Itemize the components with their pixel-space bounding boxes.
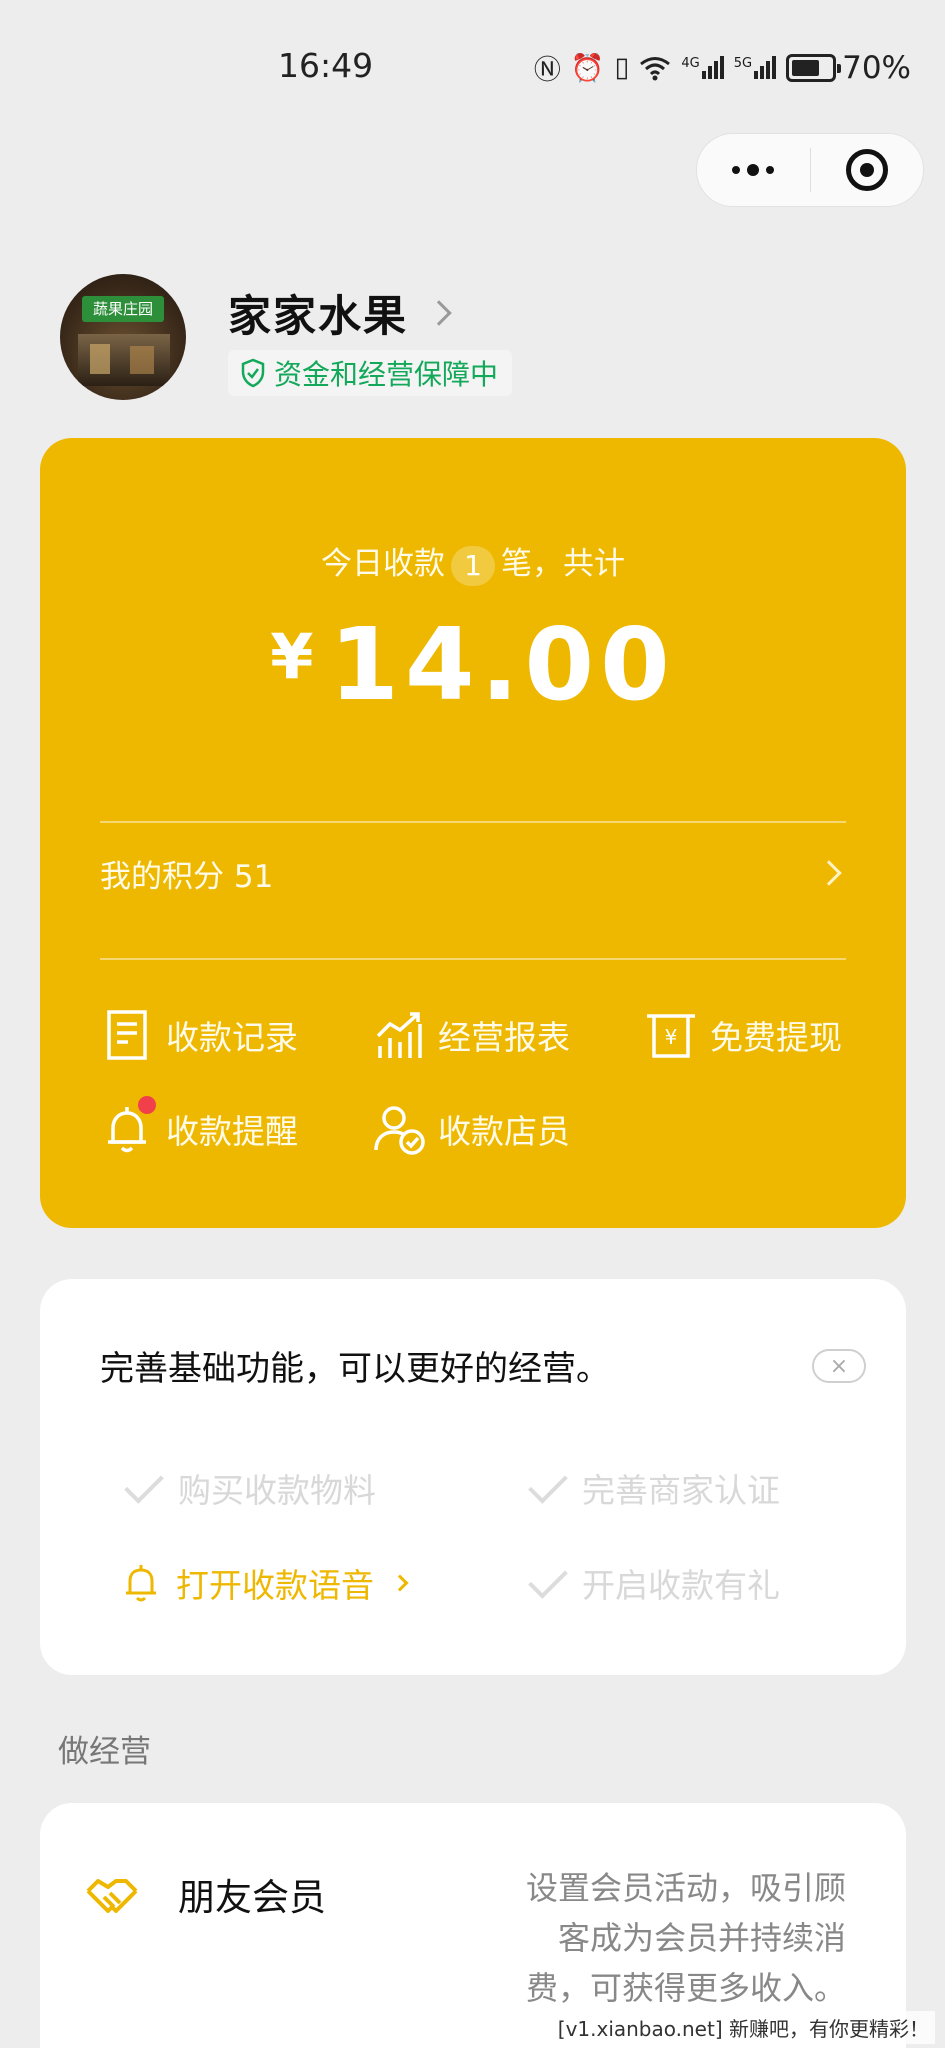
signal-4g-icon: 4G — [681, 56, 724, 79]
action-cashier-staff[interactable]: 收款店员 — [372, 1102, 570, 1156]
action-label: 经营报表 — [438, 1018, 570, 1057]
action-business-report[interactable]: 经营报表 — [372, 1008, 570, 1062]
wifi-icon — [640, 56, 671, 80]
task-payment-gift[interactable]: 开启收款有礼 — [526, 1559, 780, 1607]
net-label-2: 5G — [733, 56, 753, 71]
currency-symbol: ¥ — [270, 620, 314, 693]
battery-indicator: 70% — [786, 50, 911, 86]
avatar-sign: 蔬果庄园 — [82, 296, 164, 322]
notification-dot — [138, 1096, 156, 1114]
chevron-right-icon — [816, 860, 842, 886]
today-prefix: 今日收款 — [321, 546, 445, 582]
watermark-text: [v1.xianbao.net] 新赚吧，有你更精彩！ — [551, 2011, 935, 2044]
task-label: 完善商家认证 — [582, 1471, 780, 1510]
action-label: 免费提现 — [710, 1018, 842, 1057]
points-label: 我的积分 51 — [100, 858, 274, 895]
nfc-icon: Ⓝ — [533, 55, 561, 86]
shop-name-link[interactable]: 家家水果 — [228, 282, 452, 344]
signal-5g-icon: 5G — [733, 56, 777, 79]
shield-check-icon — [241, 358, 265, 388]
action-payment-reminder[interactable]: 收款提醒 — [100, 1096, 298, 1156]
capsule-menu — [696, 133, 924, 207]
guarantee-text: 资金和经营保障中 — [274, 358, 499, 391]
handshake-icon — [86, 1879, 138, 1913]
action-label: 收款提醒 — [166, 1112, 298, 1151]
shop-name: 家家水果 — [228, 292, 408, 342]
task-merchant-verification[interactable]: 完善商家认证 — [526, 1464, 780, 1512]
battery-icon — [786, 53, 842, 82]
check-icon — [124, 1464, 164, 1504]
chevron-right-icon — [426, 300, 452, 326]
task-label: 购买收款物料 — [178, 1471, 376, 1510]
task-label: 打开收款语音 — [176, 1566, 374, 1605]
chart-trend-icon — [376, 1012, 422, 1058]
task-buy-materials[interactable]: 购买收款物料 — [122, 1464, 376, 1512]
action-receipt-records[interactable]: 收款记录 — [100, 1008, 298, 1062]
action-label: 收款记录 — [166, 1018, 298, 1057]
alarm-icon: ⏰ — [570, 52, 605, 84]
battery-percent: 70% — [842, 49, 911, 86]
divider — [100, 958, 846, 960]
status-bar: 16:49 Ⓝ ⏰ ▯ 4G 5G 70% — [0, 0, 945, 120]
action-label: 收款店员 — [438, 1112, 570, 1151]
task-label: 开启收款有礼 — [582, 1566, 780, 1605]
close-button[interactable]: × — [812, 1349, 866, 1383]
today-summary-line: 今日收款 1 笔，共计 — [40, 538, 906, 586]
amount-value: 14.00 — [329, 606, 676, 723]
net-label-1: 4G — [681, 56, 700, 71]
bell-icon — [126, 1565, 156, 1602]
task-enable-voice[interactable]: 打开收款语音 — [122, 1559, 409, 1607]
svg-text:¥: ¥ — [665, 1025, 678, 1049]
setup-tasks-title: 完善基础功能，可以更好的经营。 — [100, 1349, 610, 1389]
action-free-withdraw[interactable]: ¥ 免费提现 — [644, 1008, 842, 1062]
member-title: 朋友会员 — [178, 1876, 326, 1919]
status-time: 16:49 — [278, 46, 374, 85]
bell-icon-wrap — [100, 1096, 156, 1156]
points-row[interactable]: 我的积分 51 — [100, 828, 846, 918]
chevron-right-icon — [391, 1574, 409, 1592]
member-description: 设置会员活动，吸引顾客成为会员并持续消费，可获得更多收入。 — [525, 1869, 846, 2007]
check-icon — [528, 1464, 568, 1504]
target-icon — [845, 149, 888, 191]
receipt-icon — [107, 1010, 147, 1060]
vibrate-icon: ▯ — [614, 52, 630, 83]
today-amount[interactable]: ¥14.00 — [40, 606, 906, 723]
today-suffix: 笔，共计 — [501, 546, 625, 582]
more-dots-icon — [732, 164, 775, 176]
staff-icon — [374, 1106, 425, 1155]
setup-tasks-card: 完善基础功能，可以更好的经营。 × 购买收款物料 完善商家认证 打开收款语音 开… — [40, 1279, 906, 1675]
more-button[interactable] — [697, 134, 810, 206]
status-icons: Ⓝ ⏰ ▯ 4G 5G 70% — [534, 48, 911, 87]
check-icon — [528, 1559, 568, 1599]
close-miniprogram-button[interactable] — [811, 134, 924, 206]
today-count-badge: 1 — [451, 545, 495, 586]
withdraw-icon: ¥ — [647, 1014, 695, 1058]
shop-avatar[interactable]: 蔬果庄园 — [60, 274, 186, 400]
section-title: 做经营 — [58, 1734, 151, 1770]
income-summary-card: 今日收款 1 笔，共计 ¥14.00 我的积分 51 收款记录 经营报表 ¥ 免… — [40, 438, 906, 1228]
divider — [100, 821, 846, 823]
close-icon: × — [829, 1353, 849, 1379]
guarantee-badge[interactable]: 资金和经营保障中 — [228, 350, 513, 396]
